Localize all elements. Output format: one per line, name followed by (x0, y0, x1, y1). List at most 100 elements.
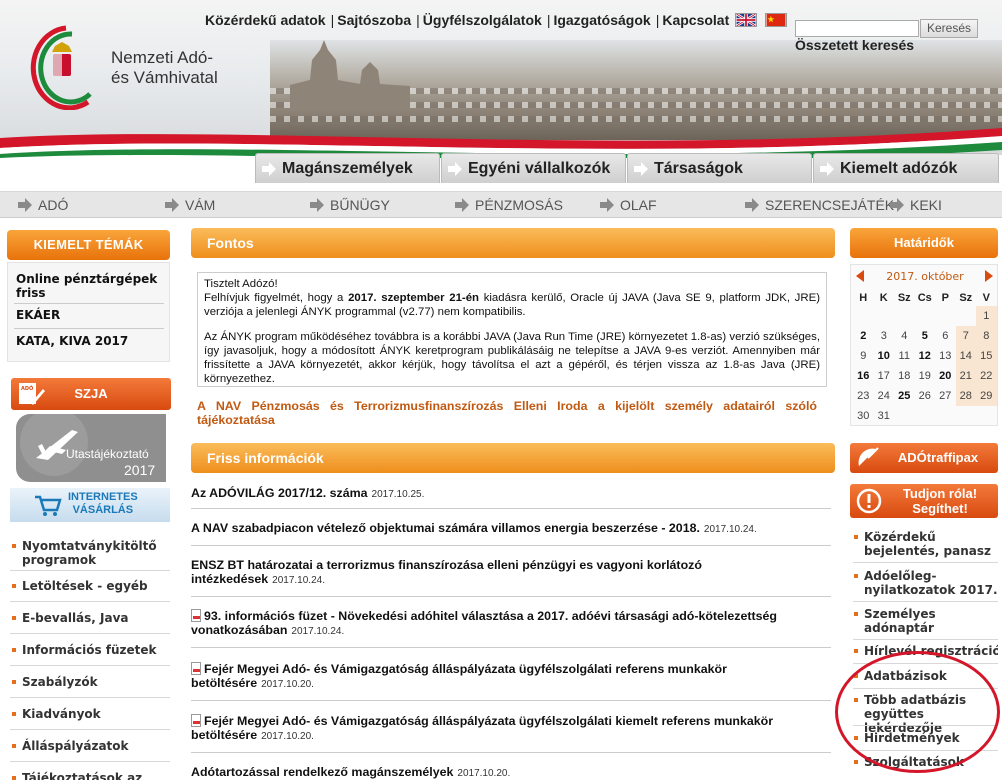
news-item[interactable]: A NAV szabadpiacon vételező objektumai s… (191, 521, 831, 537)
calendar-day[interactable]: 6 (935, 326, 956, 346)
news-item[interactable]: 93. információs füzet - Növekedési adóhi… (191, 609, 831, 639)
right-nav-item[interactable]: Hírlevél regisztráció (853, 644, 998, 658)
calendar-day[interactable]: 1 (976, 306, 997, 326)
kiemelt-item[interactable]: KATA, KIVA 2017 (16, 334, 166, 348)
subnav-keki[interactable]: KEKI (890, 197, 942, 213)
header: Nemzeti Adó- és Vámhivatal Közérdekű ada… (0, 0, 1002, 190)
tab-maganszemelyek[interactable]: Magánszemélyek (255, 153, 440, 183)
kiemelt-item[interactable]: Online pénztárgépek friss (16, 272, 166, 300)
pdf-icon (191, 714, 201, 727)
calendar-day[interactable]: 19 (915, 366, 936, 386)
uk-flag-icon[interactable] (735, 13, 757, 27)
calendar-day[interactable]: 16 (853, 366, 874, 386)
penzmosas-info-link[interactable]: A NAV Pénzmosás és Terrorizmusfinanszíro… (197, 399, 817, 427)
arrow-right-icon (165, 198, 179, 212)
calendar-day[interactable]: 11 (894, 346, 915, 366)
left-nav-item[interactable]: Szabályzók (10, 675, 170, 689)
adotraffipax-button[interactable]: ADÓtraffipax (850, 443, 998, 473)
right-nav-item[interactable]: Hirdetmények (853, 731, 998, 745)
right-nav-item[interactable]: Több adatbázis együttes lekérdezője (853, 693, 998, 735)
calendar-day[interactable]: 29 (976, 386, 997, 406)
calendar-day[interactable]: 23 (853, 386, 874, 406)
china-flag-icon[interactable] (765, 13, 787, 27)
calendar-empty-cell (935, 306, 956, 326)
right-nav-item[interactable]: Személyes adónaptár (853, 607, 998, 635)
calendar-day[interactable]: 3 (874, 326, 895, 346)
calendar-day[interactable]: 4 (894, 326, 915, 346)
top-link-igazgatosagok[interactable]: Igazgatóságok (553, 12, 650, 28)
calendar-day[interactable]: 20 (935, 366, 956, 386)
calendar-empty-cell (894, 306, 915, 326)
right-nav-item[interactable]: Közérdekű bejelentés, panasz (853, 530, 998, 558)
calendar-day[interactable]: 15 (976, 346, 997, 366)
calendar-day[interactable]: 26 (915, 386, 936, 406)
calendar-day[interactable]: 2 (853, 326, 874, 346)
subnav-bunugy[interactable]: BŰNÜGY (310, 197, 390, 213)
calendar-day[interactable]: 9 (853, 346, 874, 366)
left-nav-item[interactable]: Tájékoztatások az (10, 771, 170, 780)
left-nav-item[interactable]: E-bevallás, Java (10, 611, 170, 625)
right-nav-item[interactable]: Szolgáltatások (853, 755, 998, 769)
tab-tarsasagok[interactable]: Társaságok (627, 153, 812, 183)
agency-name[interactable]: Nemzeti Adó- és Vámhivatal (111, 48, 218, 88)
calendar-day[interactable]: 27 (935, 386, 956, 406)
left-nav-item[interactable]: Információs füzetek (10, 643, 170, 657)
subnav-vam[interactable]: VÁM (165, 197, 215, 213)
calendar-day[interactable]: 22 (976, 366, 997, 386)
svg-text:ADÓ: ADÓ (21, 385, 33, 392)
news-item[interactable]: Fejér Megyei Adó- és Vámigazgatóság állá… (191, 662, 831, 692)
right-nav-item[interactable]: Adatbázisok (853, 669, 998, 683)
calendar-day[interactable]: 14 (955, 346, 976, 366)
left-nav-item[interactable]: Letöltések - egyéb (10, 579, 170, 593)
top-link-ugyfelszolgalatok[interactable]: Ügyfélszolgálatok (423, 12, 542, 28)
nav-logo-icon[interactable] (26, 24, 98, 110)
important-notice: Tisztelt Adózó! Felhívjuk figyelmét, hogy… (197, 272, 827, 387)
calendar-next-icon[interactable] (985, 270, 993, 282)
advanced-search-link[interactable]: Összetett keresés (795, 37, 914, 53)
calendar-day[interactable]: 31 (874, 406, 895, 426)
subnav-szerencsejatek[interactable]: SZERENCSEJÁTÉK (745, 197, 894, 213)
top-link-kapcsolat[interactable]: Kapcsolat (662, 12, 729, 28)
news-item[interactable]: ENSZ BT határozatai a terrorizmus finans… (191, 558, 831, 588)
arrow-right-icon (18, 198, 32, 212)
subnav-penzmosas[interactable]: PÉNZMOSÁS (455, 197, 563, 213)
news-item[interactable]: Fejér Megyei Adó- és Vámigazgatóság állá… (191, 714, 831, 744)
calendar-empty-cell (853, 306, 874, 326)
calendar-day[interactable]: 28 (955, 386, 976, 406)
kiemelt-temak-heading: KIEMELT TÉMÁK (7, 230, 170, 260)
news-item[interactable]: Az ADÓVILÁG 2017/12. száma 2017.10.25. (191, 486, 831, 502)
calendar-day[interactable]: 12 (915, 346, 936, 366)
arrow-right-icon (455, 198, 469, 212)
calendar-day[interactable]: 25 (894, 386, 915, 406)
calendar-month: 2017. október (886, 270, 964, 283)
search-button[interactable]: Keresés (920, 19, 978, 38)
calendar-day[interactable]: 10 (874, 346, 895, 366)
utastajekoztato-banner[interactable]: Utastájékoztató 2017 (16, 414, 166, 482)
left-nav-item[interactable]: Kiadványok (10, 707, 170, 721)
calendar-day[interactable]: 17 (874, 366, 895, 386)
calendar-day[interactable]: 21 (955, 366, 976, 386)
tudjon-rola-button[interactable]: Tudjon róla! Segíthet! (850, 484, 998, 518)
tab-kiemelt-adozok[interactable]: Kiemelt adózók (813, 153, 999, 183)
internetes-vasarlas-banner[interactable]: INTERNETES VÁSÁRLÁS (10, 488, 170, 522)
calendar-day[interactable]: 7 (955, 326, 976, 346)
calendar-day[interactable]: 18 (894, 366, 915, 386)
kiemelt-item[interactable]: EKÁER (16, 308, 166, 322)
calendar-day[interactable]: 24 (874, 386, 895, 406)
right-nav-item[interactable]: Adóelőleg-nyilatkozatok 2017. (853, 569, 998, 597)
calendar-day[interactable]: 5 (915, 326, 936, 346)
szja-button[interactable]: ADÓ SZJA (11, 378, 171, 410)
left-nav-item[interactable]: Álláspályázatok (10, 739, 170, 753)
news-item[interactable]: Adótartozással rendelkező magánszemélyek… (191, 765, 831, 780)
subnav-olaf[interactable]: OLAF (600, 197, 657, 213)
left-nav-item[interactable]: Nyomtatványkitöltő programok (10, 539, 170, 567)
calendar-day[interactable]: 30 (853, 406, 874, 426)
search-input[interactable] (795, 20, 919, 37)
subnav-ado[interactable]: ADÓ (18, 197, 68, 213)
tab-egyeni-vallalkozok[interactable]: Egyéni vállalkozók (441, 153, 626, 183)
calendar-empty-cell (894, 406, 915, 426)
calendar-day[interactable]: 8 (976, 326, 997, 346)
top-link-sajtoszoba[interactable]: Sajtószoba (337, 12, 411, 28)
top-link-kozerdeku[interactable]: Közérdekű adatok (205, 12, 326, 28)
calendar-day[interactable]: 13 (935, 346, 956, 366)
